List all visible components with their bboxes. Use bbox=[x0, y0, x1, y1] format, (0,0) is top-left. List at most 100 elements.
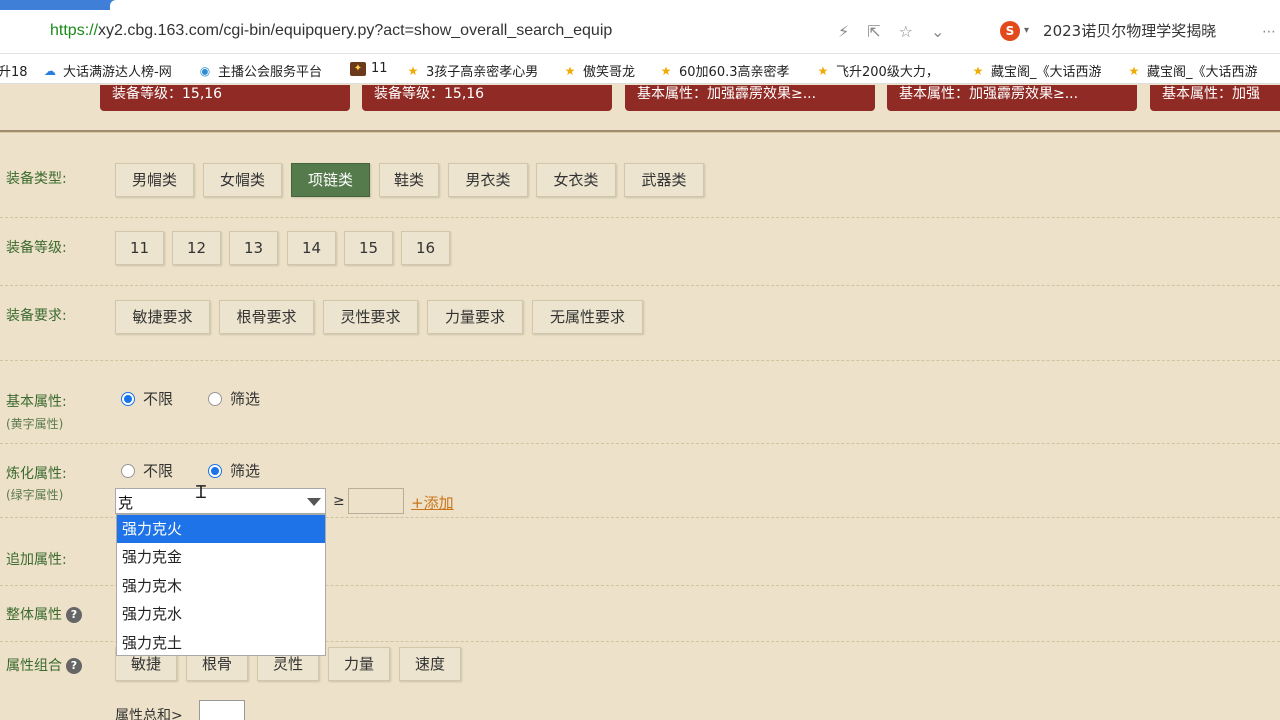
equip-type-option[interactable]: 男帽类 bbox=[115, 163, 194, 197]
globe-icon: ◉ bbox=[199, 63, 211, 78]
base-attr-label: 基本属性: bbox=[6, 394, 67, 410]
star-icon: ★ bbox=[817, 63, 829, 78]
chevron-down-icon[interactable]: ⌄ bbox=[931, 22, 944, 41]
equip-req-option[interactable]: 根骨要求 bbox=[219, 300, 314, 334]
dropdown-option[interactable]: 强力克金 bbox=[117, 543, 325, 571]
star-icon: ★ bbox=[972, 63, 984, 78]
filter-tag[interactable]: 装备等级：15,16 bbox=[362, 85, 612, 111]
add-attr-link[interactable]: +添加 bbox=[411, 492, 454, 513]
dropdown-option[interactable]: 强力克水 bbox=[117, 600, 325, 628]
cloud-icon: ☁ bbox=[44, 63, 56, 78]
bookmark-item[interactable]: ★ 60加60.3高亲密孝 bbox=[658, 61, 790, 81]
browser-tabstrip bbox=[0, 0, 1280, 10]
help-icon[interactable]: ? bbox=[66, 607, 82, 623]
selected-filter-tags: 装备等级：15,16 装备等级：15,16 基本属性：加强霹雳效果≥... 基本… bbox=[0, 85, 1280, 113]
share-icon[interactable]: ⇱ bbox=[867, 22, 880, 41]
equip-level-label: 装备等级: bbox=[6, 240, 67, 256]
equip-level-option[interactable]: 16 bbox=[401, 231, 450, 265]
bookmark-item[interactable]: ★ 藏宝阁_《大话西游 bbox=[1126, 61, 1258, 81]
help-icon[interactable]: ? bbox=[66, 658, 82, 674]
star-bookmark-icon[interactable]: ☆ bbox=[899, 22, 913, 41]
bookmark-item[interactable]: ✦ 11 bbox=[350, 61, 388, 76]
filter-tag[interactable]: 基本属性：加强霹雳效果≥... bbox=[887, 85, 1137, 111]
equip-type-option[interactable]: 男衣类 bbox=[448, 163, 528, 197]
refine-attr-label: 炼化属性: bbox=[6, 466, 67, 482]
refine-attr-sublabel: (绿字属性) bbox=[6, 488, 64, 502]
divider bbox=[0, 360, 1280, 361]
dropdown-option[interactable]: 强力克土 bbox=[117, 629, 325, 657]
url-protocol: https:// bbox=[50, 22, 99, 39]
refine-attr-value-input[interactable] bbox=[348, 488, 404, 514]
equip-req-option[interactable]: 力量要求 bbox=[427, 300, 523, 334]
dropdown-option-highlighted[interactable]: 强力克火 bbox=[117, 515, 325, 544]
star-icon: ★ bbox=[1128, 63, 1140, 78]
equip-type-option[interactable]: 鞋类 bbox=[379, 163, 439, 197]
attr-sum-input[interactable] bbox=[199, 700, 245, 720]
dropdown-arrow-icon[interactable] bbox=[307, 498, 321, 506]
text-cursor-icon: Ɪ bbox=[196, 482, 207, 503]
bookmark-item[interactable]: ☁ 大话满游达人榜-网 bbox=[42, 61, 172, 81]
address-bar[interactable]: https://xy2.cbg.163.com/cgi-bin/equipque… bbox=[0, 10, 1280, 54]
active-tab[interactable] bbox=[110, 0, 1280, 10]
base-attr-radio-filter[interactable]: 筛选 bbox=[208, 388, 260, 409]
radio-checked-icon[interactable] bbox=[121, 391, 135, 406]
search-box[interactable]: S ▾ 2023诺贝尔物理学奖揭晓 bbox=[1000, 20, 1216, 41]
url-text[interactable]: https://xy2.cbg.163.com/cgi-bin/equipque… bbox=[50, 22, 612, 40]
lightning-icon[interactable]: ⚡ bbox=[838, 22, 849, 41]
attr-combo-label: 属性组合? bbox=[6, 655, 82, 675]
equip-type-option[interactable]: 女衣类 bbox=[536, 163, 616, 197]
star-icon: ★ bbox=[564, 63, 576, 78]
divider bbox=[0, 285, 1280, 286]
bookmarks-bar: 升18 ☁ 大话满游达人榜-网 ◉ 主播公会服务平台 ✦ 11 ★ 3孩子高亲密孝心男 … bbox=[0, 54, 1280, 84]
attr-combo-option[interactable]: 速度 bbox=[399, 647, 461, 681]
equip-level-option[interactable]: 11 bbox=[115, 231, 164, 265]
radio-unchecked-icon[interactable] bbox=[121, 463, 135, 478]
dropdown-option[interactable]: 强力克木 bbox=[117, 572, 325, 600]
equip-req-option[interactable]: 灵性要求 bbox=[323, 300, 418, 334]
equip-type-option-selected[interactable]: 项链类 bbox=[291, 163, 370, 197]
equip-req-option[interactable]: 无属性要求 bbox=[532, 300, 643, 334]
base-attr-sublabel: (黄字属性) bbox=[6, 417, 64, 431]
refine-attr-radio-unlimited[interactable]: 不限 bbox=[121, 460, 173, 481]
refine-attr-dropdown: 强力克火 强力克金 强力克木 强力克水 强力克土 bbox=[116, 514, 326, 656]
equip-level-option[interactable]: 12 bbox=[172, 231, 221, 265]
filter-tag[interactable]: 基本属性：加强 bbox=[1150, 85, 1280, 111]
bookmark-fragment[interactable]: 升18 bbox=[0, 61, 28, 80]
radio-unchecked-icon[interactable] bbox=[208, 391, 222, 406]
bookmark-item[interactable]: ★ 飞升200级大力， bbox=[815, 61, 939, 81]
star-icon: ★ bbox=[407, 63, 419, 78]
ge-symbol: ≥ bbox=[333, 493, 345, 509]
url-path: xy2.cbg.163.com/cgi-bin/equipquery.py?ac… bbox=[98, 22, 613, 39]
base-attr-radio-unlimited[interactable]: 不限 bbox=[121, 388, 173, 409]
bookmark-item[interactable]: ★ 3孩子高亲密孝心男 bbox=[405, 61, 539, 81]
extra-attr-label: 追加属性: bbox=[6, 552, 67, 568]
refine-attr-combobox[interactable]: 克 bbox=[115, 488, 326, 514]
bookmark-item[interactable]: ◉ 主播公会服务平台 bbox=[197, 61, 322, 81]
divider bbox=[0, 130, 1280, 133]
equip-level-option[interactable]: 13 bbox=[229, 231, 278, 265]
equip-level-option[interactable]: 14 bbox=[287, 231, 336, 265]
equip-type-option[interactable]: 女帽类 bbox=[203, 163, 282, 197]
bookmark-item[interactable]: ★ 傲笑哥龙 bbox=[562, 61, 635, 81]
filter-tag[interactable]: 装备等级：15,16 bbox=[100, 85, 350, 111]
star-icon: ★ bbox=[660, 63, 672, 78]
bookmark-item[interactable]: ★ 藏宝阁_《大话西游 bbox=[970, 61, 1102, 81]
address-icons: ⚡ ⇱ ☆ ⌄ bbox=[838, 22, 944, 41]
search-engine-logo-icon[interactable]: S bbox=[1000, 20, 1020, 41]
search-suggestion-text[interactable]: 2023诺贝尔物理学奖揭晓 bbox=[1043, 20, 1216, 41]
equip-req-label: 装备要求: bbox=[6, 308, 67, 324]
attr-combo-option[interactable]: 力量 bbox=[328, 647, 390, 681]
refine-attr-input[interactable]: 克 bbox=[118, 492, 133, 513]
equip-req-option[interactable]: 敏捷要求 bbox=[115, 300, 210, 334]
equip-type-option[interactable]: 武器类 bbox=[624, 163, 704, 197]
equip-level-option[interactable]: 15 bbox=[344, 231, 393, 265]
equip-type-label: 装备类型: bbox=[6, 171, 67, 187]
filter-tag[interactable]: 基本属性：加强霹雳效果≥... bbox=[625, 85, 875, 111]
refine-attr-radio-filter[interactable]: 筛选 bbox=[208, 460, 260, 481]
caret-down-icon[interactable]: ▾ bbox=[1024, 25, 1029, 36]
divider bbox=[0, 443, 1280, 444]
radio-checked-icon[interactable] bbox=[208, 463, 222, 478]
divider bbox=[0, 217, 1280, 218]
menu-icon[interactable]: ⋯ bbox=[1262, 24, 1276, 40]
search-page: 装备等级：15,16 装备等级：15,16 基本属性：加强霹雳效果≥... 基本… bbox=[0, 85, 1280, 720]
